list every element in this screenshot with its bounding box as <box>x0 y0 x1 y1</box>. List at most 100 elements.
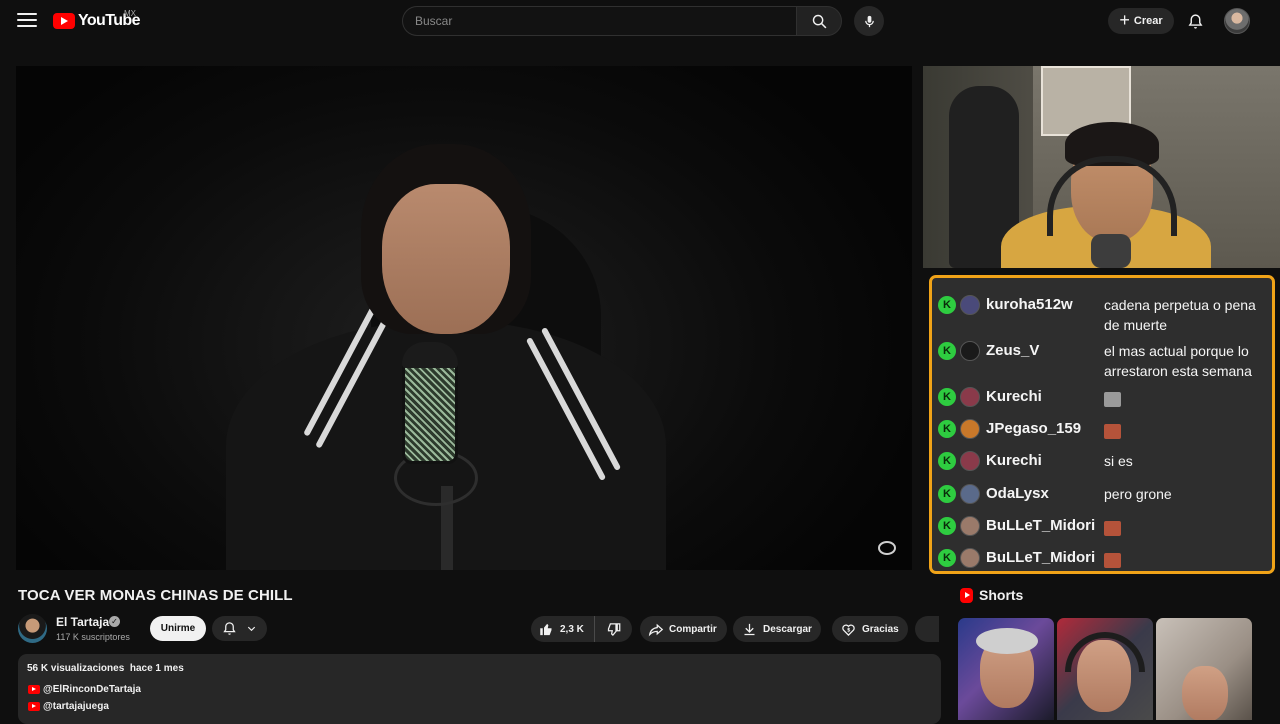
chat-message-text <box>1104 516 1272 537</box>
chat-username: OdaLysx <box>986 485 1049 502</box>
streamer-mic-shape <box>1091 234 1131 268</box>
video-meta: 56 K visualizaciones hace 1 mes <box>27 663 184 674</box>
chat-message: K Kurechi <box>938 386 1272 408</box>
thumbs-up-icon <box>540 623 552 635</box>
stream-webcam-overlay <box>923 66 1280 268</box>
channel-link-text: @ElRinconDeTartaja <box>43 684 141 695</box>
chat-message-text: si es <box>1104 453 1133 469</box>
thanks-button[interactable]: $ Gracias <box>832 616 908 642</box>
face-emote-icon <box>1104 553 1121 569</box>
account-avatar[interactable] <box>1224 8 1250 34</box>
chat-user-avatar <box>960 451 980 471</box>
shorts-title: Shorts <box>979 587 1024 603</box>
short-thumbnail[interactable] <box>958 618 1054 720</box>
chat-message-text <box>1104 387 1272 408</box>
video-title: TOCA VER MONAS CHINAS DE CHILL <box>18 587 293 604</box>
download-button[interactable]: Descargar <box>733 616 821 642</box>
shorts-icon <box>960 587 973 603</box>
video-player[interactable] <box>16 66 912 570</box>
stream-chat-overlay: Kkuroha512w cadena perpetua o pena de mue… <box>929 275 1275 574</box>
create-button[interactable]: + Crear <box>1108 8 1174 34</box>
kick-badge-icon: K <box>938 517 956 535</box>
verified-check-icon: ✓ <box>109 616 120 627</box>
description-channel-link[interactable]: @ElRinconDeTartaja <box>28 684 141 695</box>
kick-badge-icon: K <box>938 452 956 470</box>
voice-search-button[interactable] <box>854 6 884 36</box>
bell-icon <box>223 622 236 635</box>
chat-message: K Kurechi si es <box>938 450 1272 472</box>
chat-user-avatar <box>960 548 980 568</box>
chat-username: Zeus_V <box>986 342 1040 359</box>
like-button[interactable]: 2,3 K <box>531 616 595 642</box>
chat-username: kuroha512w <box>986 296 1073 313</box>
svg-text:$: $ <box>847 627 851 633</box>
region-code: MX <box>124 9 136 18</box>
kick-badge-icon: K <box>938 388 956 406</box>
share-button[interactable]: Compartir <box>640 616 727 642</box>
search-bar <box>402 6 842 36</box>
youtube-icon <box>28 685 40 694</box>
thumbnail-face-shape <box>1182 666 1228 720</box>
search-icon <box>812 14 826 28</box>
face-emote-icon <box>1104 521 1121 537</box>
like-count: 2,3 K <box>560 623 584 635</box>
youtube-icon <box>28 702 40 711</box>
thumbnail-hair-shape <box>976 628 1038 654</box>
subscription-bell-button[interactable] <box>212 616 267 641</box>
channel-watermark-icon[interactable] <box>878 541 896 555</box>
chat-message-text <box>1104 548 1272 569</box>
thanks-label: Gracias <box>862 623 899 635</box>
face-emote-icon <box>1104 424 1121 440</box>
chat-message: K OdaLysx pero grone <box>938 483 1272 505</box>
chat-message: Kkuroha512w cadena perpetua o pena de mue… <box>938 294 1272 335</box>
short-thumbnail[interactable] <box>1057 618 1153 720</box>
dislike-button[interactable] <box>595 616 631 642</box>
thumbs-down-icon <box>607 622 620 636</box>
search-input[interactable] <box>402 6 796 36</box>
chat-message: K BuLLeT_Midori <box>938 515 1272 537</box>
chat-message-text: el mas actual porque lo arrestaron esta … <box>1104 343 1252 379</box>
shorts-header: Shorts <box>960 587 1023 603</box>
kick-badge-icon: K <box>938 549 956 567</box>
youtube-play-icon <box>53 13 75 29</box>
chat-username: BuLLeT_Midori <box>986 517 1096 534</box>
chat-message-text: pero grone <box>1104 486 1172 502</box>
more-actions-button[interactable] <box>915 616 939 642</box>
kick-badge-icon: K <box>938 342 956 360</box>
channel-avatar[interactable] <box>18 614 47 643</box>
chat-message-text <box>1104 419 1272 440</box>
person-face-shape <box>382 184 510 334</box>
chat-user-avatar <box>960 387 980 407</box>
microphone-cap-shape <box>402 342 458 368</box>
short-thumbnail[interactable] <box>1156 618 1252 720</box>
cat-emote-icon <box>1104 392 1121 408</box>
thumbnail-headset-shape <box>1065 632 1145 672</box>
subscriber-count: 117 K suscriptores <box>56 632 130 642</box>
channel-name[interactable]: El Tartaja <box>56 615 109 629</box>
download-label: Descargar <box>763 623 812 635</box>
microphone-icon <box>864 15 874 27</box>
description-box[interactable]: 56 K visualizaciones hace 1 mes @ElRinco… <box>18 654 941 724</box>
bell-icon <box>1188 13 1202 29</box>
chat-user-avatar <box>960 419 980 439</box>
description-channel-link[interactable]: @tartajajuega <box>28 701 109 712</box>
view-count: 56 K visualizaciones <box>27 663 125 674</box>
channel-link-text: @tartajajuega <box>43 701 109 712</box>
chat-message: K Zeus_V el mas actual porque lo arrestaro… <box>938 340 1272 381</box>
create-label: Crear <box>1133 15 1163 27</box>
chat-user-avatar <box>960 295 980 315</box>
like-dislike-group: 2,3 K <box>531 616 632 642</box>
chat-username: BuLLeT_Midori <box>986 549 1096 566</box>
chat-user-avatar <box>960 341 980 361</box>
chat-user-avatar <box>960 484 980 504</box>
download-icon <box>744 623 755 635</box>
chat-message: K BuLLeT_Midori <box>938 547 1272 569</box>
upload-date: hace 1 mes <box>129 663 184 674</box>
search-button[interactable] <box>796 6 842 36</box>
top-bar: YouTube MX + Crear <box>0 0 1280 42</box>
notifications-button[interactable] <box>1182 8 1208 34</box>
kick-badge-icon: K <box>938 420 956 438</box>
heart-dollar-icon: $ <box>842 624 855 636</box>
hamburger-menu-icon[interactable] <box>14 9 40 33</box>
join-button[interactable]: Unirme <box>150 616 206 641</box>
